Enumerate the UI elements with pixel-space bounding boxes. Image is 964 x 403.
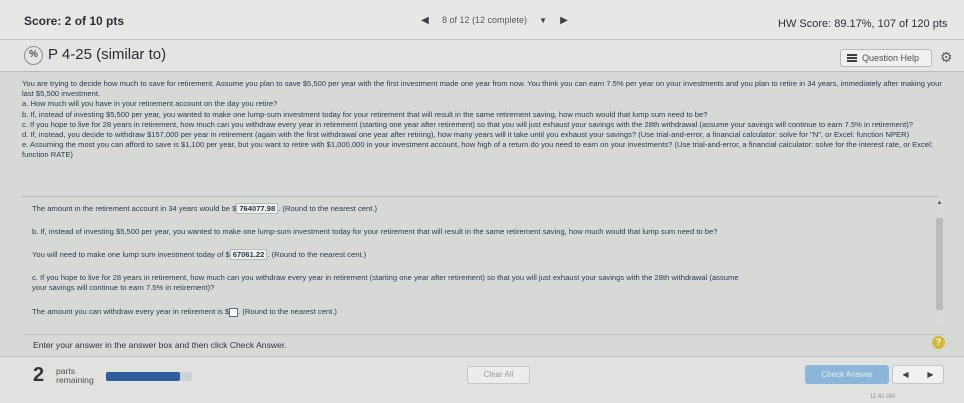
hw-score-text: HW Score: 89.17%, 107 of 120 pts (778, 18, 948, 30)
taskbar-clock: 11:41 AM (870, 394, 895, 400)
scrollbar-thumb[interactable] (936, 218, 943, 310)
answer-panel: The amount in the retirement account in … (22, 196, 938, 325)
parts-label-line-2: remaining (56, 375, 94, 385)
question-help-label: Question Help (862, 53, 920, 63)
next-question-icon[interactable]: ▶ (557, 15, 571, 26)
question-c-text-1: c. If you hope to live for 28 years in r… (32, 273, 739, 282)
answer-c-suffix: . (Round to the nearest cent.) (238, 307, 337, 316)
chevron-down-icon[interactable]: ▼ (539, 16, 547, 25)
scroll-up-icon[interactable]: ▲ (935, 200, 944, 208)
partial-credit-icon: % (24, 46, 43, 65)
answer-a-prefix: The amount in the retirement account in … (32, 204, 237, 213)
instructions-bar: Enter your answer in the answer box and … (22, 334, 946, 354)
question-help-button[interactable]: Question Help (840, 49, 932, 67)
check-answer-button[interactable]: Check Answer (805, 365, 889, 384)
next-icon[interactable]: ▶ (927, 370, 933, 379)
answer-c-line: The amount you can withdraw every year i… (32, 307, 337, 317)
answer-b-suffix: . (Round to the nearest cent.) (267, 250, 367, 259)
question-c-text-2: your savings will continue to earn 7.5% … (32, 283, 215, 292)
parts-remaining-count: 2 (33, 364, 45, 386)
progress-bar-fill (106, 372, 180, 381)
problem-part-d: d. If, instead, you decide to withdraw $… (22, 130, 910, 140)
question-position[interactable]: 8 of 12 (12 complete) (442, 15, 527, 25)
parts-remaining-label: parts remaining (56, 367, 94, 385)
score-text: Score: 2 of 10 pts (24, 14, 125, 28)
gear-icon[interactable]: ⚙ (940, 49, 953, 66)
problem-part-b: b. If, instead of investing $5,500 per y… (22, 109, 708, 119)
answer-c-input[interactable] (229, 307, 239, 317)
help-icon[interactable]: ? (932, 336, 945, 349)
bottom-toolbar: 2 parts remaining Clear All Check Answer… (0, 356, 964, 403)
clear-all-button[interactable]: Clear All (467, 366, 530, 384)
previous-question-icon[interactable]: ◀ (418, 15, 432, 26)
answer-c-prefix: The amount you can withdraw every year i… (32, 307, 230, 316)
answer-a-suffix: . (Round to the nearest cent.) (278, 204, 377, 213)
question-title-bar: % P 4-25 (similar to) Question Help ⚙ (0, 40, 964, 72)
answer-a-line: The amount in the retirement account in … (32, 203, 377, 214)
answer-scrollbar[interactable]: ▲ (935, 200, 944, 324)
problem-part-e: e. Assuming the most you can afford to s… (22, 140, 933, 160)
instructions-text: Enter your answer in the answer box and … (33, 340, 287, 350)
question-title: P 4-25 (similar to) (48, 46, 167, 63)
answer-a-value: 764077.98 (236, 203, 279, 214)
list-icon (847, 53, 857, 63)
answer-b-prefix: You will need to make one lump sum inves… (32, 250, 230, 259)
problem-part-a: a. How much will you have in your retire… (22, 99, 278, 109)
problem-statement: You are trying to decide how much to sav… (22, 79, 946, 161)
problem-part-c: c. If you hope to live for 28 years in r… (22, 119, 913, 129)
question-pager: ◀ 8 of 12 (12 complete) ▼ ▶ (418, 10, 571, 30)
question-b-text: b. If, instead of investing $5,500 per y… (32, 227, 718, 236)
progress-bar (106, 372, 192, 381)
question-nav-buttons: ◀ ▶ (892, 365, 944, 384)
previous-icon[interactable]: ◀ (902, 370, 908, 379)
score-bar: Score: 2 of 10 pts ◀ 8 of 12 (12 complet… (0, 0, 964, 40)
answer-b-line: You will need to make one lump sum inves… (32, 249, 367, 260)
problem-intro: You are trying to decide how much to sav… (22, 79, 942, 99)
answer-b-value: 67061.22 (229, 249, 268, 260)
